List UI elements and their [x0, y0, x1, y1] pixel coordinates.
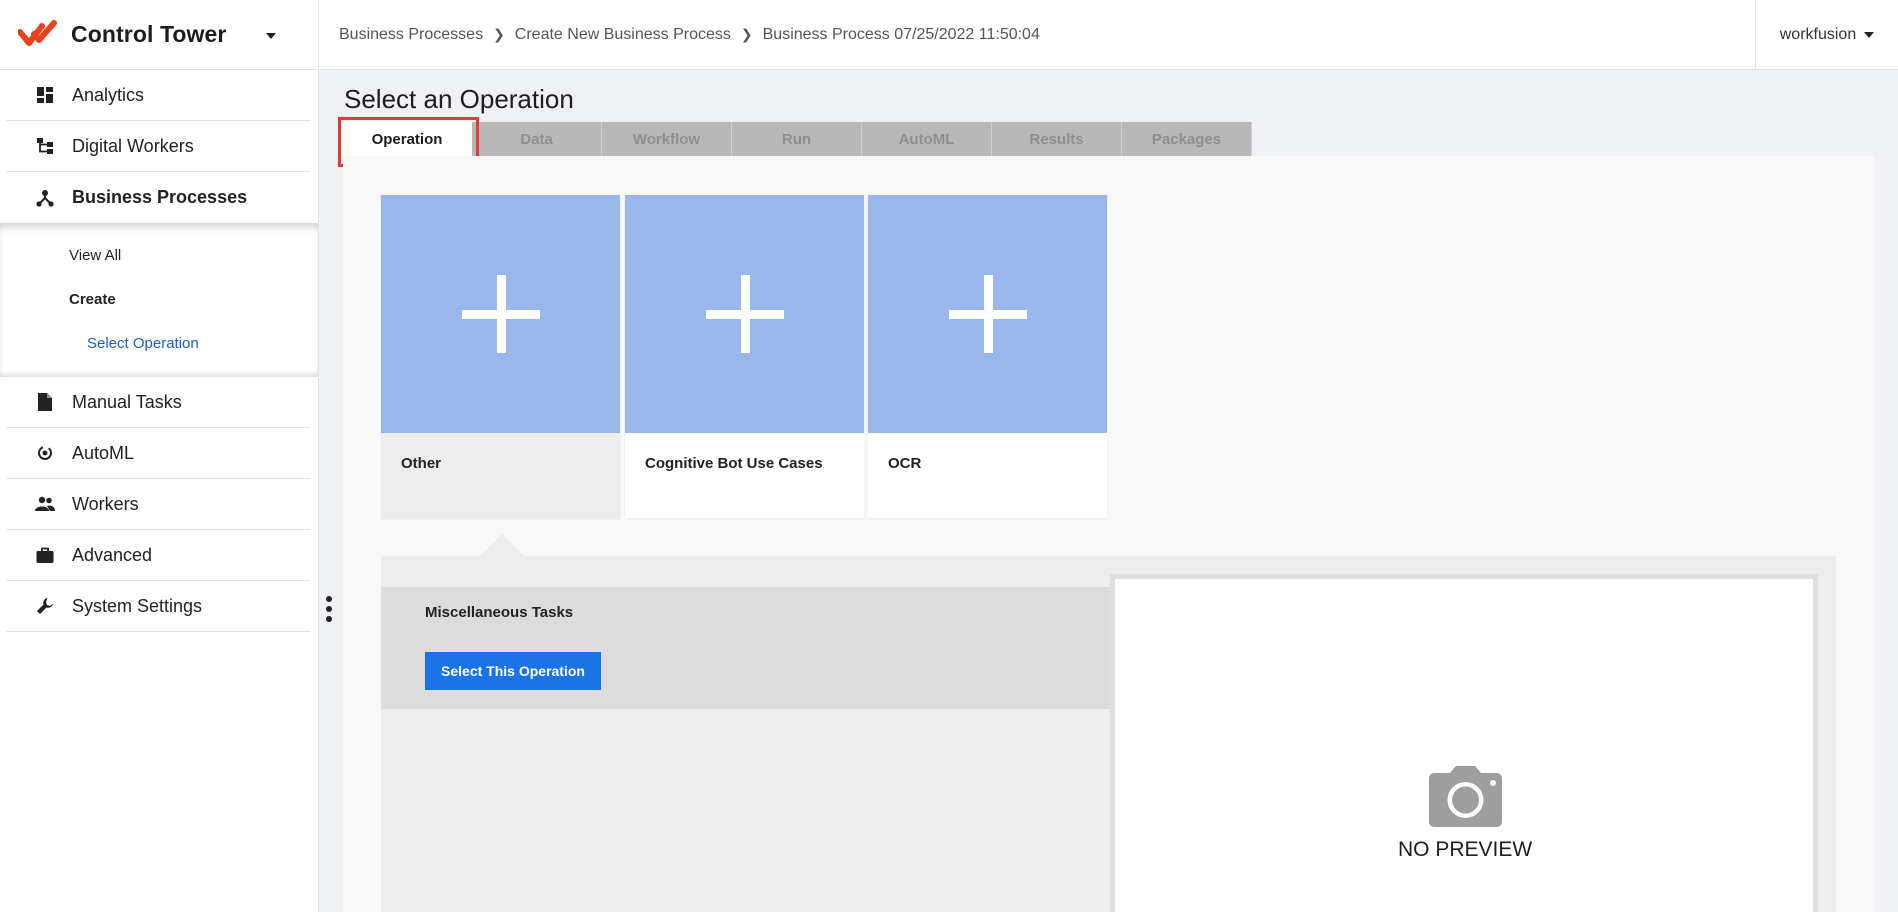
sidebar-item-label: System Settings: [72, 595, 203, 616]
card-label: OCR: [888, 455, 922, 472]
sidebar-item-digital-workers[interactable]: Digital Workers: [6, 121, 310, 172]
plus-icon: [705, 275, 784, 353]
user-name: workfusion: [1779, 25, 1857, 43]
people-icon: [33, 492, 57, 516]
more-vert-icon[interactable]: [325, 596, 333, 622]
dashboard-icon: [33, 83, 57, 107]
sidebar-item-advanced[interactable]: Advanced: [6, 530, 310, 581]
sidebar-item-analytics[interactable]: Analytics: [6, 70, 310, 121]
document-icon: [33, 390, 57, 414]
app-switcher[interactable]: Control Tower: [0, 0, 318, 70]
tab-data[interactable]: Data: [472, 122, 602, 156]
submenu-select-operation[interactable]: Select Operation: [0, 333, 318, 377]
operation-card-other[interactable]: Other: [381, 195, 620, 518]
chevron-down-icon: [1864, 31, 1875, 38]
select-operation-button[interactable]: Select This Operation: [425, 652, 601, 690]
submenu-view-all[interactable]: View All: [0, 245, 318, 289]
tab-run[interactable]: Run: [732, 122, 862, 156]
page-title: Select an Operation: [344, 84, 574, 114]
selection-pointer: [480, 534, 524, 556]
user-menu[interactable]: workfusion: [1755, 0, 1898, 69]
workfusion-logo-icon: [18, 19, 57, 46]
tab-workflow[interactable]: Workflow: [602, 122, 732, 156]
sidebar-item-label: Advanced: [72, 544, 153, 565]
tab-packages[interactable]: Packages: [1122, 122, 1252, 156]
breadcrumb-item[interactable]: Business Processes: [339, 26, 483, 44]
sidebar-item-business-processes[interactable]: Business Processes: [6, 172, 310, 223]
breadcrumb-current: Business Process 07/25/2022 11:50:04: [762, 25, 1040, 43]
chevron-right-icon: ❯: [493, 26, 505, 42]
tab-operation[interactable]: Operation: [342, 122, 472, 156]
plus-icon: [461, 275, 540, 353]
process-icon: [33, 186, 57, 210]
card-image: [868, 195, 1107, 433]
card-label: Other: [381, 433, 620, 518]
chevron-down-icon[interactable]: [266, 33, 277, 39]
briefcase-icon: [33, 543, 57, 567]
no-preview-label: NO PREVIEW: [1398, 838, 1533, 861]
sidebar-item-label: Workers: [72, 493, 139, 514]
sidebar-item-system-settings[interactable]: System Settings: [6, 581, 310, 632]
wrench-icon: [33, 594, 57, 618]
sidebar-item-label: AutoML: [72, 442, 135, 463]
operation-card-cognitive-bot[interactable]: Cognitive Bot Use Cases: [625, 195, 864, 518]
sidebar-item-manual-tasks[interactable]: Manual Tasks: [6, 377, 310, 428]
plus-icon: [948, 275, 1027, 353]
sidebar-item-label: Manual Tasks: [72, 391, 182, 412]
tab-results[interactable]: Results: [992, 122, 1122, 156]
breadcrumb-item[interactable]: Create New Business Process: [515, 26, 731, 44]
card-image: [625, 195, 864, 433]
sidebar-item-workers[interactable]: Workers: [6, 479, 310, 530]
camera-icon: [1429, 766, 1502, 827]
sidebar: Control Tower Analytics Digital Workers …: [0, 0, 319, 912]
business-processes-submenu: View All Create Select Operation: [0, 223, 318, 377]
top-bar: Business Processes ❯ Create New Business…: [319, 0, 1898, 70]
sidebar-item-automl[interactable]: AutoML: [6, 428, 310, 479]
breadcrumb: Business Processes ❯ Create New Business…: [339, 26, 1040, 44]
tab-automl[interactable]: AutoML: [862, 122, 992, 156]
sidebar-item-label: Analytics: [72, 84, 145, 105]
wizard-tabs: Operation Data Workflow Run AutoML Resul…: [342, 122, 1252, 156]
operation-card-ocr[interactable]: OCR: [868, 195, 1107, 518]
sidebar-item-label: Business Processes: [72, 187, 248, 207]
hierarchy-icon: [33, 134, 57, 158]
chevron-right-icon: ❯: [740, 26, 753, 42]
sidebar-item-label: Digital Workers: [72, 135, 194, 156]
automl-icon: [33, 441, 57, 465]
operation-name: Miscellaneous Tasks: [425, 604, 574, 621]
app-title: Control Tower: [71, 21, 227, 47]
card-label: Cognitive Bot Use Cases: [645, 455, 823, 472]
submenu-create[interactable]: Create: [0, 289, 318, 333]
card-image: [381, 195, 620, 433]
